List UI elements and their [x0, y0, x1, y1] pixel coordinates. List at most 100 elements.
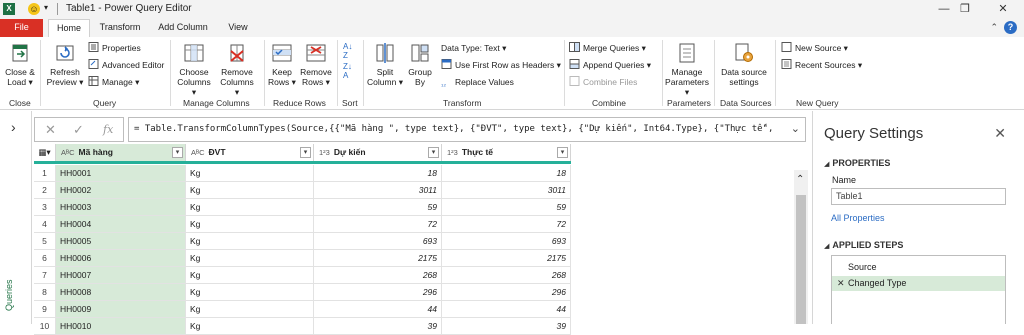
cell-ma-hang[interactable]: HH0002 [56, 182, 186, 199]
cell-dvt[interactable]: Kg [186, 301, 314, 318]
whole-number-type-icon[interactable]: 1²3 [447, 148, 458, 157]
remove-columns-button[interactable]: Remove Columns ▾ [217, 41, 257, 97]
table-row[interactable]: 7 HH0007 Kg 268 268 [34, 267, 574, 284]
choose-columns-button[interactable]: Choose Columns ▾ [174, 41, 214, 97]
cell-thuc-te[interactable]: 268 [442, 267, 571, 284]
cell-du-kien[interactable]: 72 [314, 216, 442, 233]
cell-du-kien[interactable]: 18 [314, 165, 442, 182]
cell-du-kien[interactable]: 296 [314, 284, 442, 301]
row-number[interactable]: 8 [34, 284, 56, 301]
step-changed-type[interactable]: ✕ Changed Type [832, 276, 1005, 291]
filter-dropdown-icon[interactable]: ▾ [428, 147, 439, 158]
cell-du-kien[interactable]: 693 [314, 233, 442, 250]
row-number[interactable]: 2 [34, 182, 56, 199]
cancel-formula-icon[interactable]: ✕ [45, 122, 56, 138]
properties-section-header[interactable]: ◢ PROPERTIES [824, 158, 890, 168]
all-properties-link[interactable]: All Properties [831, 213, 885, 223]
cell-dvt[interactable]: Kg [186, 284, 314, 301]
cell-dvt[interactable]: Kg [186, 199, 314, 216]
expand-formula-chevron-icon[interactable]: ⌄ [791, 118, 800, 141]
cell-thuc-te[interactable]: 44 [442, 301, 571, 318]
vertical-scrollbar[interactable]: ⌃ [794, 170, 808, 324]
sort-descending-icon[interactable]: Z↓ A [343, 62, 352, 80]
text-type-icon[interactable]: AᴮC [61, 148, 75, 157]
restore-button[interactable]: ❐ [945, 0, 985, 19]
sort-ascending-icon[interactable]: A↓ Z [343, 42, 352, 60]
fx-icon[interactable]: fx [103, 123, 113, 136]
manage-parameters-button[interactable]: Manage Parameters ▾ [663, 41, 711, 97]
row-number[interactable]: 7 [34, 267, 56, 284]
delete-step-icon[interactable]: ✕ [837, 276, 845, 291]
cell-ma-hang[interactable]: HH0005 [56, 233, 186, 250]
column-header-ma-hang[interactable]: AᴮC Mã hàng ▾ [56, 144, 186, 162]
refresh-preview-button[interactable]: Refresh Preview ▾ [46, 41, 84, 87]
row-number[interactable]: 3 [34, 199, 56, 216]
cell-du-kien[interactable]: 3011 [314, 182, 442, 199]
table-row[interactable]: 4 HH0004 Kg 72 72 [34, 216, 574, 233]
collapse-ribbon-icon[interactable]: ⌃ [990, 22, 998, 33]
use-first-row-as-headers-button[interactable]: Use First Row as Headers ▾ [441, 59, 561, 72]
advanced-editor-button[interactable]: Advanced Editor [88, 59, 164, 72]
cell-thuc-te[interactable]: 18 [442, 165, 571, 182]
cell-thuc-te[interactable]: 2175 [442, 250, 571, 267]
filter-dropdown-icon[interactable]: ▾ [557, 147, 568, 158]
column-header-thuc-te[interactable]: 1²3 Thực tế ▾ [442, 144, 571, 162]
row-number[interactable]: 1 [34, 165, 56, 182]
replace-values-button[interactable]: ₁₂ Replace Values [441, 76, 514, 89]
tab-file[interactable]: File [0, 19, 43, 37]
cell-ma-hang[interactable]: HH0008 [56, 284, 186, 301]
cell-dvt[interactable]: Kg [186, 233, 314, 250]
cell-du-kien[interactable]: 2175 [314, 250, 442, 267]
cell-dvt[interactable]: Kg [186, 165, 314, 182]
cell-ma-hang[interactable]: HH0003 [56, 199, 186, 216]
row-number[interactable]: 5 [34, 233, 56, 250]
cell-thuc-te[interactable]: 59 [442, 199, 571, 216]
table-row[interactable]: 5 HH0005 Kg 693 693 [34, 233, 574, 250]
tab-transform[interactable]: Transform [95, 19, 145, 37]
table-row[interactable]: 3 HH0003 Kg 59 59 [34, 199, 574, 216]
cell-thuc-te[interactable]: 72 [442, 216, 571, 233]
column-header-du-kien[interactable]: 1²3 Dự kiến ▾ [314, 144, 442, 162]
close-and-load-button[interactable]: Close & Load ▾ [2, 41, 38, 87]
table-row[interactable]: 10 HH0010 Kg 39 39 [34, 318, 574, 335]
quick-access-dropdown-icon[interactable]: ▾ [44, 3, 48, 12]
row-number[interactable]: 4 [34, 216, 56, 233]
tab-add-column[interactable]: Add Column [152, 19, 214, 37]
filter-dropdown-icon[interactable]: ▾ [300, 147, 311, 158]
queries-pane-label[interactable]: Queries [4, 279, 14, 311]
keep-rows-button[interactable]: Keep Rows ▾ [267, 41, 297, 87]
cell-thuc-te[interactable]: 296 [442, 284, 571, 301]
table-row[interactable]: 1 HH0001 Kg 18 18 [34, 165, 574, 182]
cell-du-kien[interactable]: 39 [314, 318, 442, 335]
cell-ma-hang[interactable]: HH0010 [56, 318, 186, 335]
cell-thuc-te[interactable]: 39 [442, 318, 571, 335]
filter-dropdown-icon[interactable]: ▾ [172, 147, 183, 158]
split-column-button[interactable]: Split Column ▾ [367, 41, 403, 87]
cell-ma-hang[interactable]: HH0009 [56, 301, 186, 318]
data-source-settings-button[interactable]: Data source settings [718, 41, 770, 87]
table-row[interactable]: 9 HH0009 Kg 44 44 [34, 301, 574, 318]
cell-ma-hang[interactable]: HH0001 [56, 165, 186, 182]
properties-button[interactable]: Properties [88, 42, 141, 55]
manage-query-button[interactable]: Manage ▾ [88, 76, 139, 89]
cell-dvt[interactable]: Kg [186, 216, 314, 233]
cell-dvt[interactable]: Kg [186, 250, 314, 267]
tab-view[interactable]: View [222, 19, 254, 37]
cell-du-kien[interactable]: 268 [314, 267, 442, 284]
table-row[interactable]: 6 HH0006 Kg 2175 2175 [34, 250, 574, 267]
scroll-up-icon[interactable]: ⌃ [796, 174, 804, 185]
cell-ma-hang[interactable]: HH0007 [56, 267, 186, 284]
merge-queries-button[interactable]: Merge Queries ▾ [569, 42, 646, 55]
applied-steps-section-header[interactable]: ◢ APPLIED STEPS [824, 240, 903, 250]
data-type-dropdown[interactable]: Data Type: Text ▾ [441, 42, 506, 55]
append-queries-button[interactable]: Append Queries ▾ [569, 59, 651, 72]
commit-formula-icon[interactable]: ✓ [73, 122, 84, 138]
table-row[interactable]: 8 HH0008 Kg 296 296 [34, 284, 574, 301]
row-number[interactable]: 9 [34, 301, 56, 318]
scrollbar-thumb[interactable] [796, 195, 806, 324]
cell-dvt[interactable]: Kg [186, 182, 314, 199]
smiley-feedback-icon[interactable]: ☺ [28, 3, 40, 15]
recent-sources-button[interactable]: Recent Sources ▾ [781, 59, 862, 72]
row-number[interactable]: 10 [34, 318, 56, 335]
whole-number-type-icon[interactable]: 1²3 [319, 148, 330, 157]
